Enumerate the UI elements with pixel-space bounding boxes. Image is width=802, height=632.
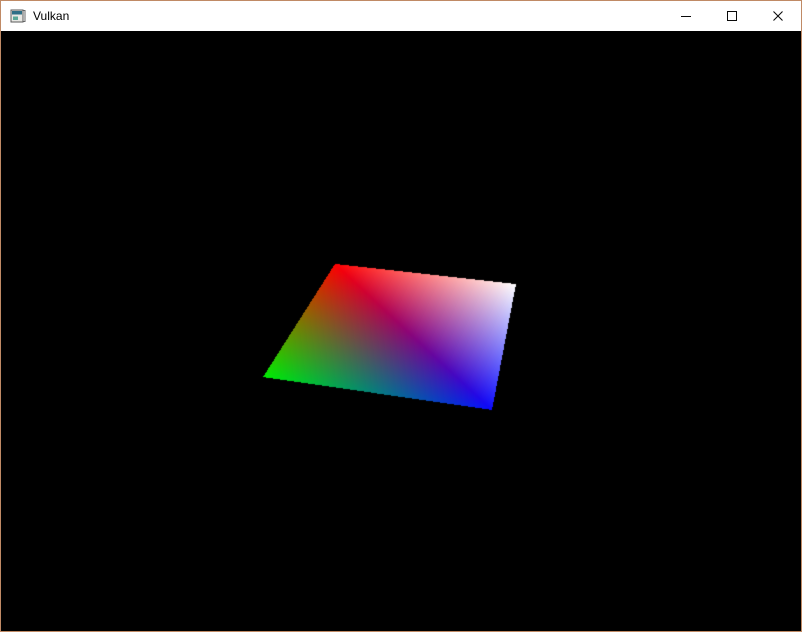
maximize-icon — [727, 11, 737, 21]
app-window: Vulkan — [0, 0, 802, 632]
titlebar[interactable]: Vulkan — [1, 1, 801, 31]
vulkan-render-canvas — [1, 31, 801, 631]
window-title: Vulkan — [33, 9, 70, 23]
app-icon[interactable] — [10, 8, 26, 24]
render-viewport — [1, 31, 801, 631]
minimize-button[interactable] — [663, 1, 709, 31]
caption-buttons — [663, 1, 801, 31]
default-windows-app-icon — [10, 9, 26, 23]
minimize-icon — [681, 16, 691, 17]
maximize-button[interactable] — [709, 1, 755, 31]
close-icon — [773, 11, 783, 21]
close-button[interactable] — [755, 1, 801, 31]
